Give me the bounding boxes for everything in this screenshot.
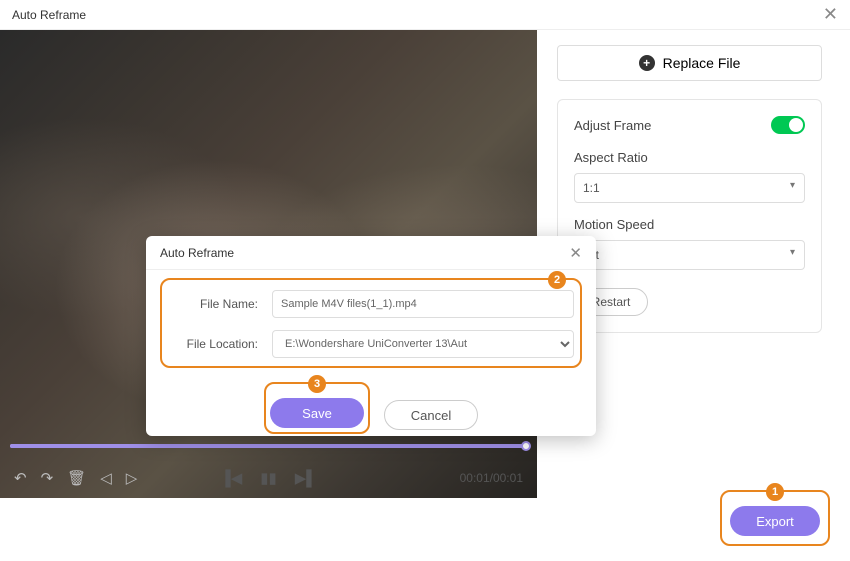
save-button[interactable]: Save	[270, 398, 364, 428]
playback-controls: ▐◀ ▮▮ ▶▌	[220, 469, 317, 487]
player-controls: ↶ ↷ 🗑 ◁ ▷ ▐◀ ▮▮ ▶▌ 00:01/00:01	[0, 460, 537, 496]
prev-button-icon[interactable]: ▐◀	[220, 469, 242, 487]
window-header: Auto Reframe ✕	[0, 0, 850, 30]
dialog-footer: 3 Save Cancel	[166, 376, 576, 440]
adjust-frame-label: Adjust Frame	[574, 118, 651, 133]
aspect-ratio-label: Aspect Ratio	[574, 150, 805, 165]
replace-file-label: Replace File	[663, 55, 741, 71]
filename-row: File Name:	[168, 290, 574, 318]
export-highlight: 1 Export	[720, 490, 830, 546]
motion-speed-select-wrap: ast	[574, 240, 805, 270]
redo-icon[interactable]: ↷	[41, 469, 54, 487]
location-label: File Location:	[168, 337, 258, 351]
next-button-icon[interactable]: ▶▌	[295, 469, 317, 487]
aspect-ratio-select[interactable]: 1:1	[574, 173, 805, 203]
export-button[interactable]: Export	[730, 506, 820, 536]
save-highlight: 3 Save	[264, 382, 370, 434]
marker-3: 3	[308, 375, 326, 393]
replace-file-button[interactable]: + Replace File	[557, 45, 822, 81]
fields-highlight: 2 File Name: File Location: E:\Wondersha…	[160, 278, 582, 368]
motion-speed-label: Motion Speed	[574, 217, 805, 232]
marker-2: 2	[548, 271, 566, 289]
dialog-header: Auto Reframe ✕	[146, 236, 596, 270]
plus-circle-icon: +	[639, 55, 655, 71]
marker-1: 1	[766, 483, 784, 501]
filename-input[interactable]	[272, 290, 574, 318]
aspect-ratio-select-wrap: 1:1	[574, 173, 805, 203]
adjust-frame-toggle[interactable]	[771, 116, 805, 134]
location-row: File Location: E:\Wondershare UniConvert…	[168, 330, 574, 358]
dialog-close-icon[interactable]: ✕	[569, 244, 582, 262]
cancel-button[interactable]: Cancel	[384, 400, 478, 430]
pause-button-icon[interactable]: ▮▮	[260, 469, 277, 487]
prev-frame-icon[interactable]: ◁	[100, 469, 112, 487]
trash-icon[interactable]: 🗑	[67, 469, 86, 487]
location-select[interactable]: E:\Wondershare UniConverter 13\Aut	[272, 330, 574, 358]
dialog-body: 2 File Name: File Location: E:\Wondersha…	[146, 270, 596, 454]
undo-icon[interactable]: ↶	[14, 469, 27, 487]
filename-label: File Name:	[168, 297, 258, 311]
save-dialog: Auto Reframe ✕ 2 File Name: File Locatio…	[146, 236, 596, 436]
motion-speed-select[interactable]: ast	[574, 240, 805, 270]
window-title: Auto Reframe	[12, 8, 86, 22]
dialog-title: Auto Reframe	[160, 246, 234, 260]
adjust-panel: Adjust Frame Aspect Ratio 1:1 Motion Spe…	[557, 99, 822, 333]
adjust-frame-row: Adjust Frame	[574, 116, 805, 134]
time-display: 00:01/00:01	[460, 471, 523, 485]
close-icon[interactable]: ✕	[823, 4, 838, 25]
next-frame-icon[interactable]: ▷	[126, 469, 138, 487]
